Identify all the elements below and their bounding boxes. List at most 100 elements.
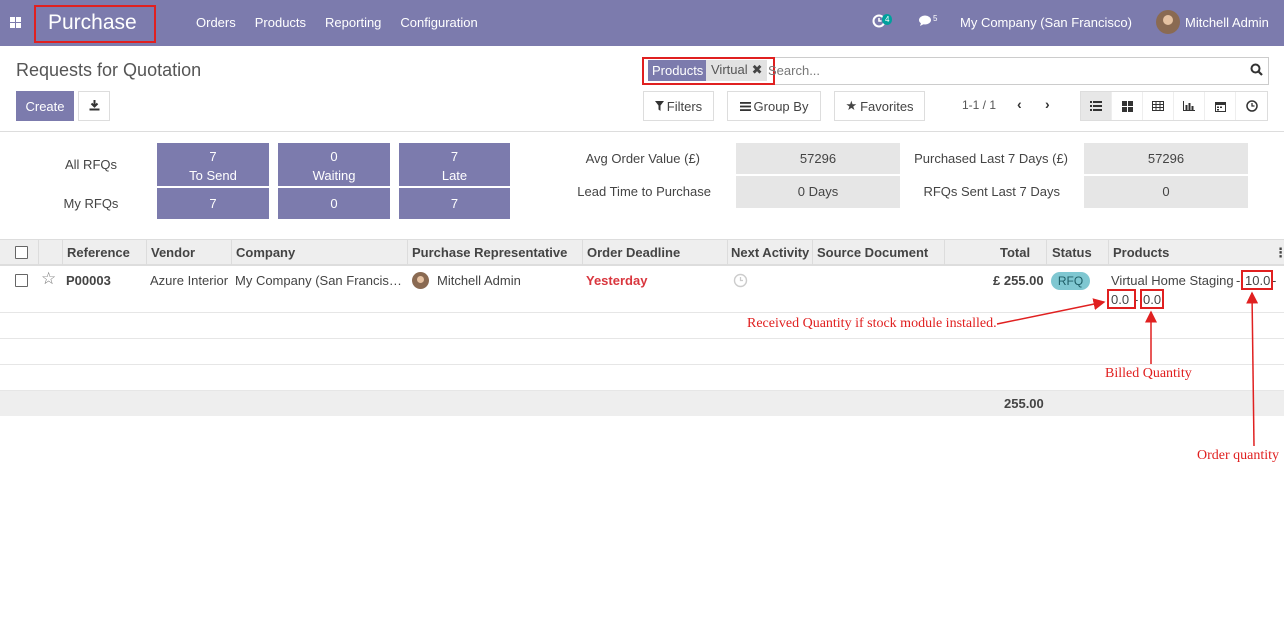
apps-menu-icon[interactable] — [10, 17, 21, 28]
cell-total: £ 255.00 — [993, 273, 1044, 288]
activity-clock-icon[interactable] — [733, 273, 748, 291]
tile-late-all[interactable]: 7 Late — [399, 143, 510, 186]
menu-reporting[interactable]: Reporting — [325, 15, 381, 30]
tile-waiting-all[interactable]: 0 Waiting — [278, 143, 390, 186]
company-switcher[interactable]: My Company (San Francisco) — [960, 15, 1132, 30]
cell-company: My Company (San Francis… — [235, 273, 402, 288]
search-icon[interactable] — [1250, 63, 1263, 79]
menu-products[interactable]: Products — [255, 15, 306, 30]
groupby-icon — [739, 99, 751, 114]
kanban-view-icon[interactable] — [1112, 92, 1143, 120]
user-menu[interactable]: Mitchell Admin — [1185, 15, 1269, 30]
column-status[interactable]: Status — [1052, 245, 1092, 260]
received-qty-annotation: Received Quantity if stock module instal… — [747, 316, 997, 331]
main-menu: Orders Products Reporting Configuration — [196, 15, 478, 30]
tile-value: 0 — [330, 149, 338, 164]
billed-qty-highlight — [1140, 289, 1164, 309]
representative-avatar — [412, 272, 429, 289]
top-navbar: Purchase Orders Products Reporting Confi… — [0, 0, 1284, 46]
row-divider — [0, 312, 1284, 313]
rfqs-sent-value: 0 — [1084, 176, 1248, 208]
pager-next-icon[interactable]: › — [1045, 96, 1050, 112]
app-title[interactable]: Purchase — [34, 5, 156, 43]
activity-count-badge: 4 — [882, 14, 893, 25]
column-total[interactable]: Total — [1000, 245, 1030, 260]
lead-time-label: Lead Time to Purchase — [577, 184, 711, 199]
tile-waiting-my[interactable]: 0 — [278, 188, 390, 219]
lead-time-value: 0 Days — [736, 176, 900, 208]
table-footer: 255.00 — [0, 391, 1284, 416]
avg-order-value: 57296 — [736, 143, 900, 174]
table-header: Reference Vendor Company Purchase Repres… — [0, 239, 1284, 266]
tile-late-my[interactable]: 7 — [399, 188, 510, 219]
status-badge: RFQ — [1051, 272, 1090, 290]
purchased-last-7-days: 57296 — [1084, 143, 1248, 174]
tile-to-send-all[interactable]: 7 To Send — [157, 143, 269, 186]
tile-value: 7 — [209, 149, 217, 164]
my-rfqs-label: My RFQs — [63, 196, 119, 211]
all-rfqs-label: All RFQs — [65, 157, 117, 172]
pager-value[interactable]: 1-1 / 1 — [962, 98, 996, 112]
cell-representative: Mitchell Admin — [437, 273, 521, 288]
view-switcher — [1080, 91, 1268, 121]
received-arrow — [996, 298, 1106, 325]
groupby-label: Group By — [753, 98, 809, 114]
pivot-view-icon[interactable] — [1143, 92, 1174, 120]
row-divider — [0, 338, 1284, 339]
tile-value: 7 — [450, 149, 459, 164]
pager-previous-icon[interactable]: ‹ — [1017, 96, 1022, 112]
column-vendor[interactable]: Vendor — [151, 245, 195, 260]
menu-configuration[interactable]: Configuration — [400, 15, 477, 30]
download-icon — [89, 99, 100, 114]
column-order-deadline[interactable]: Order Deadline — [587, 245, 680, 260]
footer-total: 255.00 — [1004, 396, 1044, 411]
page-title: Requests for Quotation — [16, 60, 202, 80]
favorites-label: Favorites — [860, 98, 914, 114]
user-avatar[interactable] — [1156, 10, 1180, 34]
cell-vendor: Azure Interior — [150, 273, 229, 288]
message-count-badge: 5 — [933, 14, 938, 23]
filters-button[interactable]: Filters — [643, 91, 714, 121]
groupby-button[interactable]: Group By — [727, 91, 821, 121]
create-button[interactable]: Create — [16, 91, 74, 121]
cell-reference: P00003 — [66, 273, 111, 288]
priority-star-icon[interactable]: ☆ — [41, 269, 56, 289]
column-company[interactable]: Company — [236, 245, 295, 260]
billed-qty-annotation: Billed Quantity — [1105, 366, 1192, 381]
facet-highlight-box — [642, 57, 775, 85]
filter-icon — [654, 99, 664, 114]
column-products[interactable]: Products — [1113, 245, 1169, 260]
purchased-last-7-days-label: Purchased Last 7 Days (£) — [914, 151, 1068, 166]
column-source-document[interactable]: Source Document — [817, 245, 928, 260]
optional-columns-icon[interactable]: ⋮ — [1274, 245, 1284, 261]
control-panel-divider — [0, 131, 1284, 132]
row-checkbox[interactable] — [15, 274, 28, 287]
cell-order-deadline: Yesterday — [586, 273, 648, 288]
column-next-activity[interactable]: Next Activity — [731, 245, 809, 260]
star-icon: ★ — [845, 98, 858, 113]
avg-order-value-label: Avg Order Value (£) — [585, 151, 700, 166]
order-qty-annotation: Order quantity — [1197, 448, 1280, 463]
tile-label: To Send — [189, 168, 237, 183]
search-input[interactable] — [768, 63, 1238, 78]
cell-product-name: Virtual Home Staging — [1111, 273, 1234, 288]
select-all-checkbox[interactable] — [15, 246, 28, 259]
received-qty-highlight — [1107, 289, 1136, 309]
tile-to-send-my[interactable]: 7 — [157, 188, 269, 219]
order-arrow — [1246, 291, 1259, 447]
graph-view-icon[interactable] — [1174, 92, 1205, 120]
favorites-button[interactable]: ★ Favorites — [834, 91, 925, 121]
activity-view-icon[interactable] — [1236, 92, 1267, 120]
order-qty-highlight — [1241, 270, 1273, 290]
list-view-icon[interactable] — [1081, 92, 1112, 120]
product-separator: - — [1236, 273, 1241, 288]
tile-label: Waiting — [312, 168, 356, 183]
row-divider — [0, 364, 1284, 365]
download-button[interactable] — [78, 91, 110, 121]
column-reference[interactable]: Reference — [67, 245, 130, 260]
calendar-view-icon[interactable] — [1205, 92, 1236, 120]
tile-label: Late — [441, 168, 468, 183]
menu-orders[interactable]: Orders — [196, 15, 236, 30]
column-representative[interactable]: Purchase Representative — [412, 245, 567, 260]
filters-label: Filters — [666, 98, 703, 114]
